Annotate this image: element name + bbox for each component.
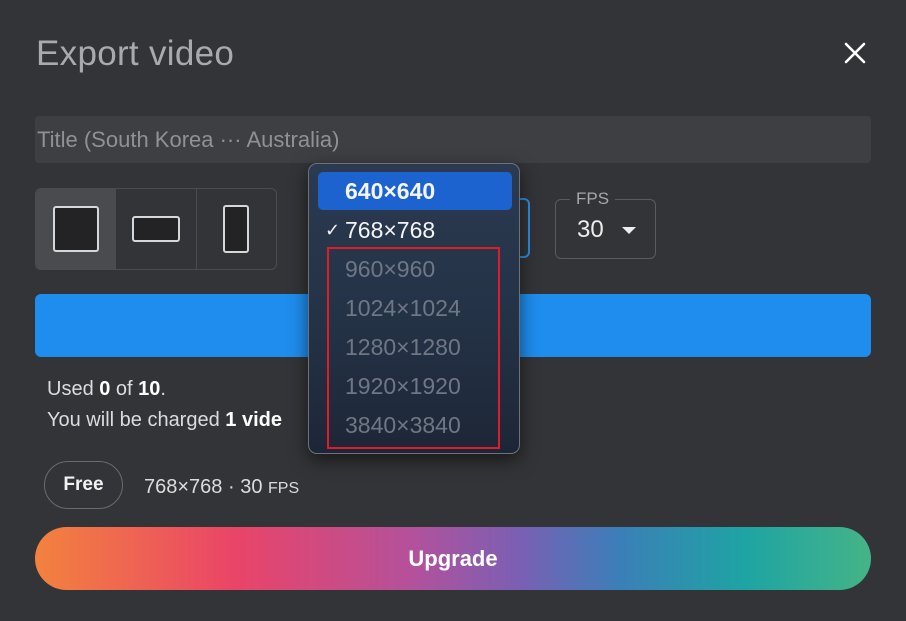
resolution-option-label: 960×960: [345, 255, 436, 282]
resolution-option[interactable]: 640×640: [318, 172, 512, 210]
close-button[interactable]: [836, 34, 874, 72]
aspect-ratio-selector: [35, 188, 277, 270]
resolution-option-label: 3840×3840: [345, 411, 461, 438]
resolution-option-label: 1280×1280: [345, 333, 461, 360]
resolution-option: 1280×1280: [318, 328, 512, 366]
fps-select[interactable]: FPS 30: [555, 189, 656, 259]
portrait-icon: [223, 205, 250, 253]
aspect-landscape-button[interactable]: [116, 189, 197, 269]
usage-total: 10: [138, 378, 161, 400]
aspect-portrait-button[interactable]: [197, 189, 276, 269]
checkmark-icon: ✓: [325, 220, 341, 240]
landscape-icon: [131, 216, 180, 242]
resolution-dropdown-menu: 640×640 ✓ 768×768 960×960 1024×1024 1280×1280…: [308, 163, 520, 454]
resolution-option-label: 1920×1920: [345, 372, 461, 399]
fps-value: 30: [577, 216, 604, 243]
resolution-option-label: 768×768: [345, 216, 436, 243]
usage-info: Used 0 of 10. You will be charged 1 vide: [47, 374, 282, 436]
charge-amount: 1 vide: [225, 409, 282, 431]
resolution-option-label: 1024×1024: [345, 294, 461, 321]
square-icon: [52, 206, 99, 252]
resolution-option: 1920×1920: [318, 367, 512, 405]
aspect-square-button[interactable]: [36, 189, 117, 269]
close-icon: [844, 42, 866, 64]
fps-label: FPS: [570, 189, 616, 209]
resolution-option[interactable]: ✓ 768×768: [318, 211, 512, 249]
export-spec: 768×768 · 30 FPS: [144, 476, 300, 498]
used-count: 0: [99, 378, 111, 400]
export-video-dialog: Export video FPS 30 Used 0 of 10. You wi…: [0, 0, 906, 621]
resolution-option: 960×960: [318, 250, 512, 288]
usage-line: Used 0 of 10.: [47, 378, 166, 400]
resolution-option: 3840×3840: [318, 406, 512, 444]
charge-line: You will be charged 1 vide: [47, 409, 282, 431]
caret-down-icon: [622, 227, 636, 234]
upgrade-button[interactable]: Upgrade: [35, 527, 871, 590]
dialog-title: Export video: [36, 34, 235, 73]
title-input[interactable]: [35, 116, 871, 163]
resolution-option: 1024×1024: [318, 289, 512, 327]
plan-badge: Free: [44, 461, 123, 509]
resolution-option-label: 640×640: [345, 177, 436, 204]
